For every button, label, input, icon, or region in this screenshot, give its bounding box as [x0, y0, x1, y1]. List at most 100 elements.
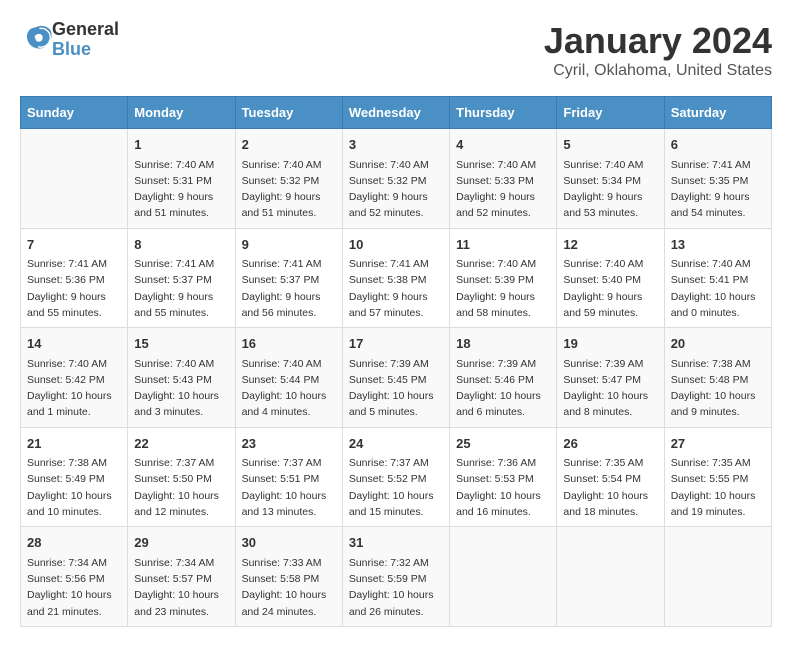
date-number: 6: [671, 135, 765, 155]
cell-content: Sunrise: 7:40 AM Sunset: 5:32 PM Dayligh…: [242, 157, 336, 222]
date-number: 18: [456, 334, 550, 354]
cell-content: Sunrise: 7:32 AM Sunset: 5:59 PM Dayligh…: [349, 555, 443, 620]
cell-content: Sunrise: 7:40 AM Sunset: 5:32 PM Dayligh…: [349, 157, 443, 222]
calendar-cell: 8Sunrise: 7:41 AM Sunset: 5:37 PM Daylig…: [128, 228, 235, 328]
cell-content: Sunrise: 7:41 AM Sunset: 5:38 PM Dayligh…: [349, 256, 443, 321]
cell-content: Sunrise: 7:34 AM Sunset: 5:57 PM Dayligh…: [134, 555, 228, 620]
week-row-1: 1Sunrise: 7:40 AM Sunset: 5:31 PM Daylig…: [21, 129, 772, 229]
calendar-cell: 11Sunrise: 7:40 AM Sunset: 5:39 PM Dayli…: [450, 228, 557, 328]
calendar-cell: 30Sunrise: 7:33 AM Sunset: 5:58 PM Dayli…: [235, 527, 342, 627]
cell-content: Sunrise: 7:37 AM Sunset: 5:52 PM Dayligh…: [349, 455, 443, 520]
col-header-tuesday: Tuesday: [235, 97, 342, 129]
main-title: January 2024: [544, 20, 772, 62]
calendar-cell: [21, 129, 128, 229]
calendar-cell: [664, 527, 771, 627]
date-number: 4: [456, 135, 550, 155]
cell-content: Sunrise: 7:39 AM Sunset: 5:47 PM Dayligh…: [563, 356, 657, 421]
cell-content: Sunrise: 7:40 AM Sunset: 5:42 PM Dayligh…: [27, 356, 121, 421]
date-number: 2: [242, 135, 336, 155]
date-number: 22: [134, 434, 228, 454]
date-number: 20: [671, 334, 765, 354]
date-number: 3: [349, 135, 443, 155]
calendar-table: SundayMondayTuesdayWednesdayThursdayFrid…: [20, 96, 772, 627]
calendar-cell: 9Sunrise: 7:41 AM Sunset: 5:37 PM Daylig…: [235, 228, 342, 328]
date-number: 1: [134, 135, 228, 155]
col-header-friday: Friday: [557, 97, 664, 129]
calendar-cell: 25Sunrise: 7:36 AM Sunset: 5:53 PM Dayli…: [450, 427, 557, 527]
date-number: 5: [563, 135, 657, 155]
col-header-thursday: Thursday: [450, 97, 557, 129]
date-number: 11: [456, 235, 550, 255]
logo: GeneralBlue: [20, 20, 119, 60]
calendar-cell: 13Sunrise: 7:40 AM Sunset: 5:41 PM Dayli…: [664, 228, 771, 328]
calendar-cell: 1Sunrise: 7:40 AM Sunset: 5:31 PM Daylig…: [128, 129, 235, 229]
date-number: 14: [27, 334, 121, 354]
date-number: 19: [563, 334, 657, 354]
cell-content: Sunrise: 7:41 AM Sunset: 5:37 PM Dayligh…: [242, 256, 336, 321]
calendar-cell: 26Sunrise: 7:35 AM Sunset: 5:54 PM Dayli…: [557, 427, 664, 527]
calendar-cell: 23Sunrise: 7:37 AM Sunset: 5:51 PM Dayli…: [235, 427, 342, 527]
calendar-cell: 10Sunrise: 7:41 AM Sunset: 5:38 PM Dayli…: [342, 228, 449, 328]
date-number: 16: [242, 334, 336, 354]
cell-content: Sunrise: 7:38 AM Sunset: 5:48 PM Dayligh…: [671, 356, 765, 421]
calendar-cell: 19Sunrise: 7:39 AM Sunset: 5:47 PM Dayli…: [557, 328, 664, 428]
week-row-4: 21Sunrise: 7:38 AM Sunset: 5:49 PM Dayli…: [21, 427, 772, 527]
date-number: 30: [242, 533, 336, 553]
col-header-saturday: Saturday: [664, 97, 771, 129]
cell-content: Sunrise: 7:40 AM Sunset: 5:34 PM Dayligh…: [563, 157, 657, 222]
calendar-cell: 12Sunrise: 7:40 AM Sunset: 5:40 PM Dayli…: [557, 228, 664, 328]
cell-content: Sunrise: 7:37 AM Sunset: 5:51 PM Dayligh…: [242, 455, 336, 520]
cell-content: Sunrise: 7:40 AM Sunset: 5:39 PM Dayligh…: [456, 256, 550, 321]
cell-content: Sunrise: 7:41 AM Sunset: 5:36 PM Dayligh…: [27, 256, 121, 321]
cell-content: Sunrise: 7:39 AM Sunset: 5:46 PM Dayligh…: [456, 356, 550, 421]
calendar-cell: 14Sunrise: 7:40 AM Sunset: 5:42 PM Dayli…: [21, 328, 128, 428]
calendar-cell: 4Sunrise: 7:40 AM Sunset: 5:33 PM Daylig…: [450, 129, 557, 229]
calendar-cell: 22Sunrise: 7:37 AM Sunset: 5:50 PM Dayli…: [128, 427, 235, 527]
logo-text: GeneralBlue: [52, 20, 119, 60]
calendar-cell: 17Sunrise: 7:39 AM Sunset: 5:45 PM Dayli…: [342, 328, 449, 428]
page-header: GeneralBlue January 2024 Cyril, Oklahoma…: [20, 20, 772, 80]
calendar-cell: 6Sunrise: 7:41 AM Sunset: 5:35 PM Daylig…: [664, 129, 771, 229]
date-number: 23: [242, 434, 336, 454]
date-number: 9: [242, 235, 336, 255]
logo-icon: [24, 23, 52, 51]
cell-content: Sunrise: 7:37 AM Sunset: 5:50 PM Dayligh…: [134, 455, 228, 520]
calendar-cell: 27Sunrise: 7:35 AM Sunset: 5:55 PM Dayli…: [664, 427, 771, 527]
date-number: 10: [349, 235, 443, 255]
date-number: 8: [134, 235, 228, 255]
calendar-cell: 16Sunrise: 7:40 AM Sunset: 5:44 PM Dayli…: [235, 328, 342, 428]
calendar-cell: 15Sunrise: 7:40 AM Sunset: 5:43 PM Dayli…: [128, 328, 235, 428]
cell-content: Sunrise: 7:41 AM Sunset: 5:35 PM Dayligh…: [671, 157, 765, 222]
week-row-3: 14Sunrise: 7:40 AM Sunset: 5:42 PM Dayli…: [21, 328, 772, 428]
col-header-sunday: Sunday: [21, 97, 128, 129]
calendar-cell: 7Sunrise: 7:41 AM Sunset: 5:36 PM Daylig…: [21, 228, 128, 328]
calendar-cell: 2Sunrise: 7:40 AM Sunset: 5:32 PM Daylig…: [235, 129, 342, 229]
cell-content: Sunrise: 7:40 AM Sunset: 5:33 PM Dayligh…: [456, 157, 550, 222]
calendar-cell: 21Sunrise: 7:38 AM Sunset: 5:49 PM Dayli…: [21, 427, 128, 527]
cell-content: Sunrise: 7:40 AM Sunset: 5:31 PM Dayligh…: [134, 157, 228, 222]
col-header-wednesday: Wednesday: [342, 97, 449, 129]
calendar-cell: [557, 527, 664, 627]
date-number: 24: [349, 434, 443, 454]
date-number: 12: [563, 235, 657, 255]
calendar-cell: 24Sunrise: 7:37 AM Sunset: 5:52 PM Dayli…: [342, 427, 449, 527]
cell-content: Sunrise: 7:35 AM Sunset: 5:54 PM Dayligh…: [563, 455, 657, 520]
date-number: 13: [671, 235, 765, 255]
subtitle: Cyril, Oklahoma, United States: [544, 62, 772, 80]
cell-content: Sunrise: 7:34 AM Sunset: 5:56 PM Dayligh…: [27, 555, 121, 620]
cell-content: Sunrise: 7:41 AM Sunset: 5:37 PM Dayligh…: [134, 256, 228, 321]
cell-content: Sunrise: 7:40 AM Sunset: 5:44 PM Dayligh…: [242, 356, 336, 421]
calendar-cell: 29Sunrise: 7:34 AM Sunset: 5:57 PM Dayli…: [128, 527, 235, 627]
calendar-cell: 18Sunrise: 7:39 AM Sunset: 5:46 PM Dayli…: [450, 328, 557, 428]
title-block: January 2024 Cyril, Oklahoma, United Sta…: [544, 20, 772, 80]
date-number: 25: [456, 434, 550, 454]
calendar-cell: 31Sunrise: 7:32 AM Sunset: 5:59 PM Dayli…: [342, 527, 449, 627]
calendar-cell: 20Sunrise: 7:38 AM Sunset: 5:48 PM Dayli…: [664, 328, 771, 428]
cell-content: Sunrise: 7:40 AM Sunset: 5:41 PM Dayligh…: [671, 256, 765, 321]
calendar-cell: 5Sunrise: 7:40 AM Sunset: 5:34 PM Daylig…: [557, 129, 664, 229]
week-row-2: 7Sunrise: 7:41 AM Sunset: 5:36 PM Daylig…: [21, 228, 772, 328]
cell-content: Sunrise: 7:40 AM Sunset: 5:40 PM Dayligh…: [563, 256, 657, 321]
date-number: 15: [134, 334, 228, 354]
date-number: 21: [27, 434, 121, 454]
date-number: 29: [134, 533, 228, 553]
